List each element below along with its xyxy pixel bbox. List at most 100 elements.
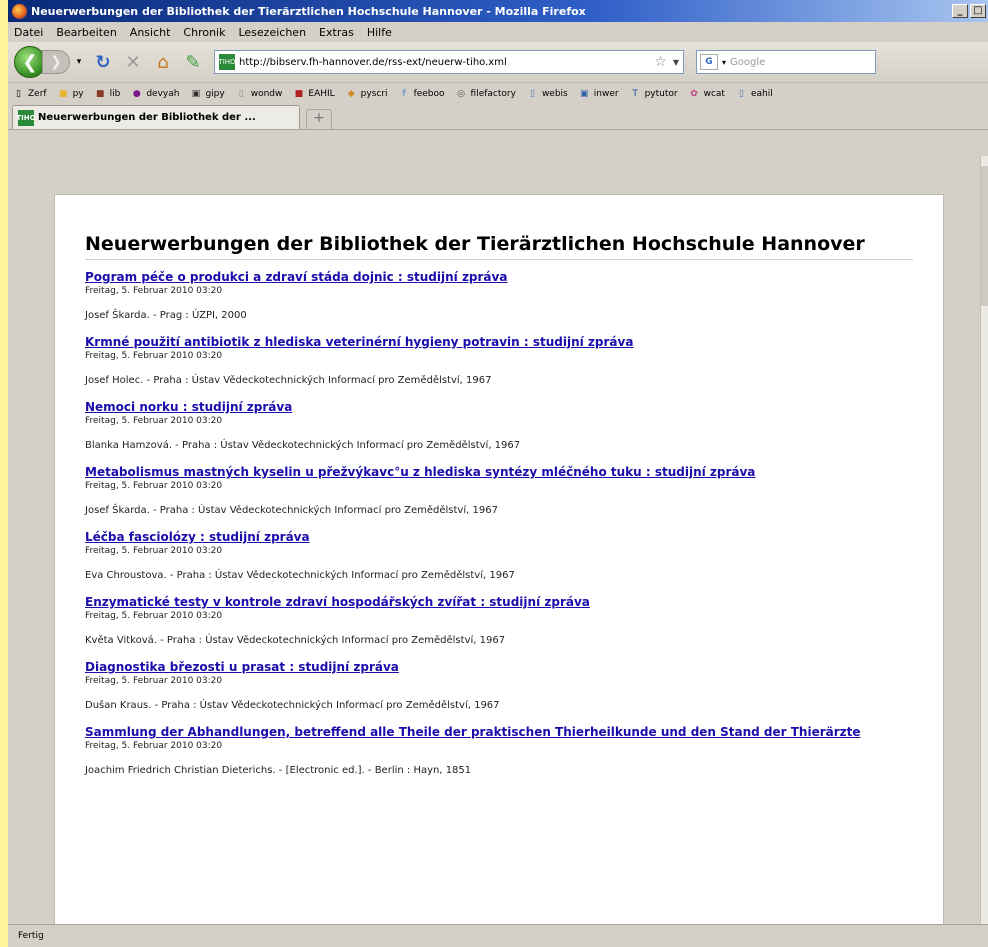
maximize-button[interactable]: □ [970, 4, 986, 18]
url-input[interactable]: http://bibserv.fh-hannover.de/rss-ext/ne… [239, 57, 654, 68]
menu-extras[interactable]: Extras [319, 26, 354, 39]
tab-favicon: TIHO [16, 109, 36, 126]
tab-label: Neuerwerbungen der Bibliothek der ... [38, 112, 256, 123]
new-tab-button[interactable]: + [306, 109, 332, 129]
entry-description: Josef Škarda. - Prag : ÚZPI, 2000 [85, 310, 247, 321]
browser-window: Neuerwerbungen der Bibliothek der Tierär… [8, 0, 988, 947]
bookmark-item[interactable]: ■ lib [94, 87, 120, 100]
bookmark-item[interactable]: ▯ eahil [735, 87, 773, 100]
vertical-scrollbar[interactable] [980, 156, 988, 924]
feed-entry: Sammlung der Abhandlungen, betreffend al… [85, 725, 865, 776]
entry-date: Freitag, 5. Februar 2010 03:20 [85, 546, 223, 556]
page-icon: ▯ [16, 88, 21, 99]
entry-description: Květa Vitková. - Praha : Ústav Vědeckote… [85, 635, 506, 646]
page-title: Neuerwerbungen der Bibliothek der Tierär… [85, 233, 913, 260]
page-icon: ▯ [738, 88, 744, 99]
entry-description: Blanka Hamzová. - Praha : Ústav Vědeckot… [85, 440, 521, 451]
bookmark-icon[interactable]: ✎ [180, 49, 206, 75]
reload-icon[interactable]: ↻ [90, 49, 116, 75]
entry-title-link[interactable]: Metabolismus mastných kyselin u přežvýka… [85, 465, 865, 480]
feed-entry: Metabolismus mastných kyselin u přežvýka… [85, 465, 865, 516]
url-dropdown-icon[interactable]: ▼ [673, 58, 679, 67]
navigation-toolbar: ❮ ❯ ▾ ↻ ✕ ⌂ ✎ TIHO http://bibserv.fh-han… [8, 42, 988, 82]
bookmark-item[interactable]: ◆ pyscri [345, 87, 388, 100]
menu-lesezeichen[interactable]: Lesezeichen [238, 26, 306, 39]
feeboo-icon: f [402, 88, 406, 99]
entry-title-link[interactable]: Pogram péče o produkci a zdraví stáda do… [85, 270, 865, 285]
entry-title-link[interactable]: Diagnostika březosti u prasat : studijní… [85, 660, 865, 675]
entry-title-link[interactable]: Sammlung der Abhandlungen, betreffend al… [85, 725, 865, 740]
feed-page: Neuerwerbungen der Bibliothek der Tierär… [54, 194, 944, 934]
menu-datei[interactable]: Datei [14, 26, 43, 39]
window-title: Neuerwerbungen der Bibliothek der Tierär… [31, 4, 586, 18]
bookmark-item[interactable]: ■ EAHIL [292, 87, 335, 100]
home-icon[interactable]: ⌂ [150, 49, 176, 75]
pyscri-icon: ◆ [347, 88, 355, 99]
star-icon[interactable]: ☆ [654, 54, 667, 70]
menu-bar: Datei Bearbeiten Ansicht Chronik Lesezei… [8, 22, 988, 42]
bookmark-item[interactable]: ▯ webis [526, 87, 568, 100]
search-engine-icon[interactable]: G [700, 54, 718, 70]
feed-entry: Enzymatické testy v kontrole zdraví hosp… [85, 595, 865, 646]
feed-entry: Pogram péče o produkci a zdraví stáda do… [85, 270, 865, 321]
feed-entry: Nemoci norku : studijní zpráva Freitag, … [85, 400, 865, 451]
wondw-icon: ▯ [238, 88, 244, 99]
feed-entry: Diagnostika březosti u prasat : studijní… [85, 660, 865, 711]
menu-hilfe[interactable]: Hilfe [367, 26, 392, 39]
stop-icon[interactable]: ✕ [120, 49, 146, 75]
bookmarks-toolbar: ▯ Zerf ■ py ■ lib ● devyah ▣ gipy ▯ wondw ■ EAH… [8, 82, 988, 104]
bookmark-item[interactable]: ◎ filefactory [455, 87, 516, 100]
scrollbar-thumb[interactable] [981, 166, 988, 306]
entry-description: Dušan Kraus. - Praha : Ústav Vědeckotech… [85, 700, 500, 711]
filefactory-icon: ◎ [457, 88, 465, 99]
bookmark-item[interactable]: ● devyah [130, 87, 180, 100]
entry-title-link[interactable]: Nemoci norku : studijní zpráva [85, 400, 865, 415]
entry-title-link[interactable]: Léčba fasciolózy : studijní zpráva [85, 530, 865, 545]
content-viewport: Neuerwerbungen der Bibliothek der Tierär… [8, 156, 980, 934]
firefox-icon [12, 3, 27, 19]
entry-description: Josef Holec. - Praha : Ústav Vědeckotech… [85, 375, 492, 386]
menu-ansicht[interactable]: Ansicht [130, 26, 171, 39]
entry-title-link[interactable]: Enzymatické testy v kontrole zdraví hosp… [85, 595, 865, 610]
entry-date: Freitag, 5. Februar 2010 03:20 [85, 416, 223, 426]
url-bar[interactable]: TIHO http://bibserv.fh-hannover.de/rss-e… [214, 50, 684, 74]
feed-entry: Krmné použití antibiotik z hlediska vete… [85, 335, 865, 386]
bookmark-item[interactable]: ▣ gipy [189, 87, 225, 100]
title-bar: Neuerwerbungen der Bibliothek der Tierär… [8, 0, 988, 22]
entry-date: Freitag, 5. Februar 2010 03:20 [85, 676, 223, 686]
menu-chronik[interactable]: Chronik [183, 26, 225, 39]
site-icon: TIHO [218, 54, 236, 70]
search-input[interactable]: Google [730, 57, 765, 68]
search-engine-dropdown-icon[interactable]: ▾ [722, 58, 726, 67]
bookmark-item[interactable]: f feeboo [398, 87, 444, 100]
entry-date: Freitag, 5. Februar 2010 03:20 [85, 286, 223, 296]
minimize-button[interactable]: _ [952, 4, 968, 18]
bookmark-item[interactable]: ▯ wondw [235, 87, 283, 100]
bookmark-item[interactable]: Tpytutor [629, 87, 677, 100]
bookmark-item[interactable]: ■ py [57, 87, 84, 100]
status-text: Fertig [18, 931, 44, 941]
folder-icon: ■ [58, 88, 68, 99]
bookmark-item[interactable]: ✿ wcat [688, 87, 725, 100]
gipy-icon: ▣ [191, 88, 201, 99]
bookmark-item[interactable]: ▯ Zerf [12, 87, 47, 100]
pytutor-icon: T [632, 88, 638, 99]
tab-bar: TIHO Neuerwerbungen der Bibliothek der .… [8, 104, 988, 130]
entry-date: Freitag, 5. Februar 2010 03:20 [85, 481, 223, 491]
entry-date: Freitag, 5. Februar 2010 03:20 [85, 351, 223, 361]
tab-active[interactable]: TIHO Neuerwerbungen der Bibliothek der .… [12, 105, 300, 129]
feed-items: Pogram péče o produkci a zdraví stáda do… [85, 270, 865, 776]
entry-title-link[interactable]: Krmné použití antibiotik z hlediska vete… [85, 335, 865, 350]
entry-description: Josef Škarda. - Praha : Ústav Vědeckotec… [85, 505, 498, 516]
feed-entry: Léčba fasciolózy : studijní zpráva Freit… [85, 530, 865, 581]
entry-description: Eva Chroustova. - Praha : Ústav Vědeckot… [85, 570, 515, 581]
search-bar[interactable]: G ▾ Google [696, 50, 876, 74]
entry-date: Freitag, 5. Februar 2010 03:20 [85, 741, 223, 751]
forward-button[interactable]: ❯ [42, 50, 70, 74]
bookmark-item[interactable]: ▣ inwer [578, 87, 619, 100]
entry-description: Joachim Friedrich Christian Dieterichs. … [85, 765, 472, 776]
inwer-icon: ▣ [579, 88, 589, 99]
history-dropdown-icon[interactable]: ▾ [72, 57, 86, 67]
menu-bearbeiten[interactable]: Bearbeiten [56, 26, 116, 39]
status-bar: Fertig [8, 924, 988, 947]
